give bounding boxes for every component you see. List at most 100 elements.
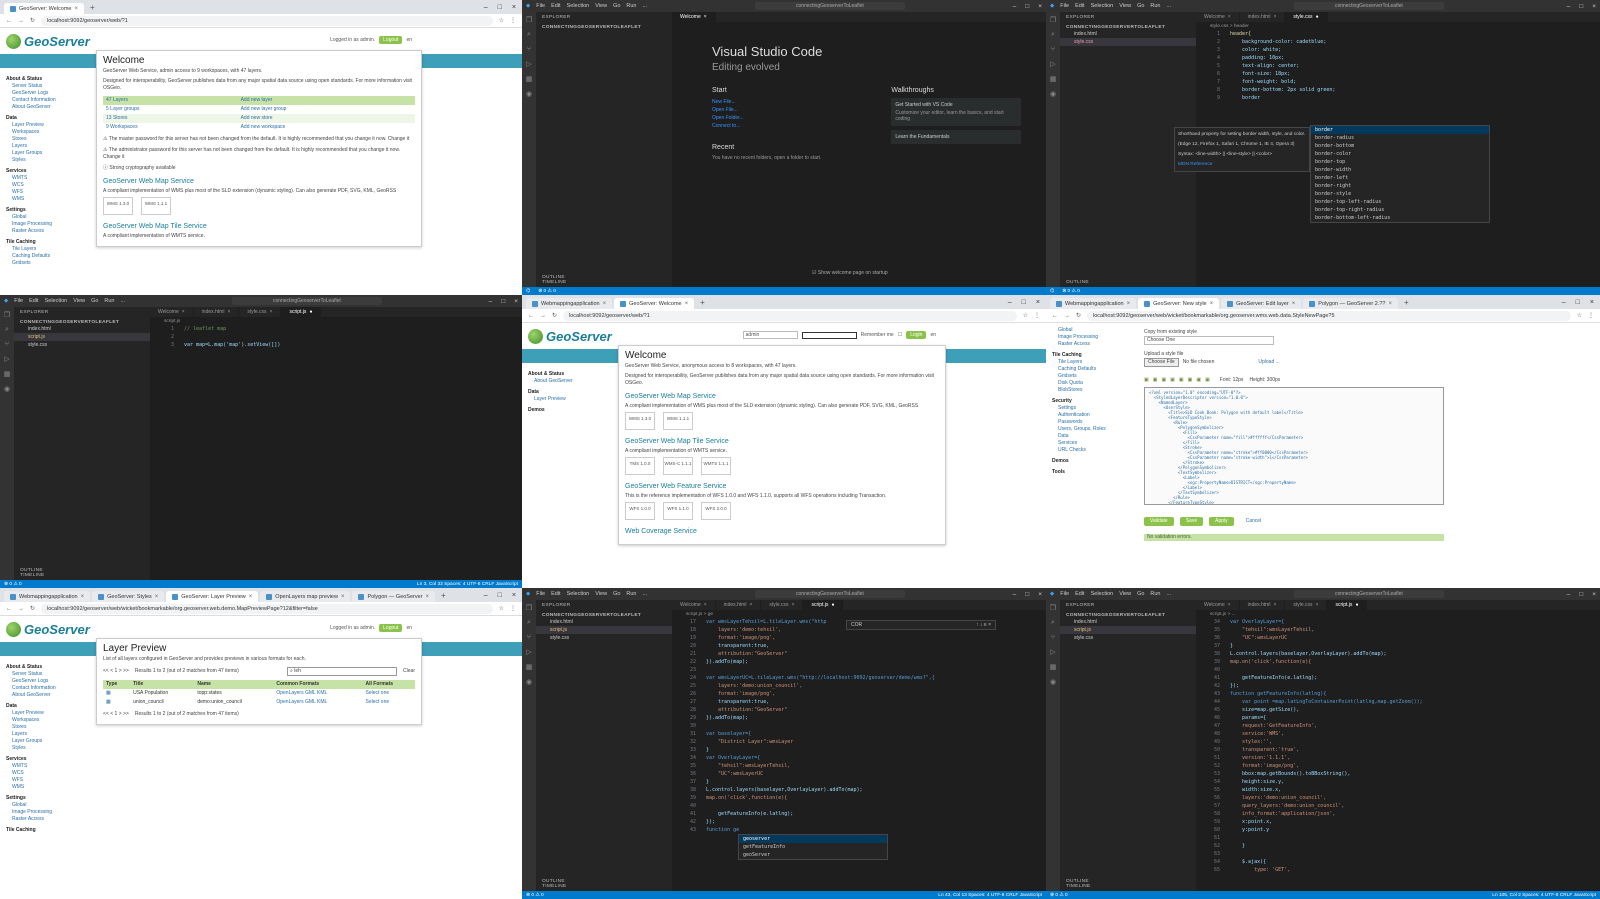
- sidebar-item[interactable]: Authentication: [1052, 412, 1128, 419]
- timeline-section[interactable]: TIMELINE: [536, 280, 672, 285]
- close-icon[interactable]: ×: [512, 592, 516, 599]
- close-tab-icon[interactable]: ×: [270, 309, 273, 315]
- wms-heading[interactable]: GeoServer Web Map Service: [625, 393, 939, 400]
- menu-item[interactable]: Run: [1150, 3, 1160, 9]
- service-version-box[interactable]: WMS-C 1.1.1: [663, 457, 693, 475]
- menu-item[interactable]: ...: [121, 298, 126, 304]
- breadcrumb[interactable]: script.js: [150, 317, 522, 325]
- format-select[interactable]: Select one: [363, 698, 415, 707]
- editor-tab[interactable]: index.html ×: [1240, 12, 1286, 22]
- search-icon[interactable]: ⌕: [527, 619, 531, 627]
- editor-tab[interactable]: Welcome ×: [1196, 600, 1240, 610]
- suggestion-item[interactable]: border-color: [1311, 150, 1489, 158]
- close-tab-icon[interactable]: ×: [603, 301, 607, 307]
- minimize-icon[interactable]: –: [1008, 299, 1012, 306]
- editor-tab[interactable]: style.css ●: [1285, 12, 1328, 22]
- browser-tab[interactable]: GeoServer: Styles ×: [92, 591, 165, 602]
- format-links[interactable]: OpenLayers GML KML: [273, 698, 362, 707]
- menu-item[interactable]: ...: [1167, 591, 1172, 597]
- close-tab-icon[interactable]: ×: [792, 602, 795, 608]
- sidebar-item[interactable]: Contact Information: [6, 685, 82, 692]
- browser-tab[interactable]: Webmappingapplication ×: [526, 298, 613, 309]
- close-tab-icon[interactable]: ×: [249, 594, 253, 600]
- suggestion-item[interactable]: getFeatureInfo: [739, 843, 887, 851]
- file-index-html[interactable]: index.html: [1060, 618, 1196, 626]
- sidebar-item[interactable]: Workspaces: [6, 129, 82, 136]
- unsaved-dot-icon[interactable]: ●: [1355, 602, 1358, 608]
- menu-item[interactable]: View: [1119, 3, 1131, 9]
- outline-section[interactable]: OUTLINE: [1060, 280, 1196, 285]
- sidebar-item[interactable]: Tile Layers: [1052, 359, 1128, 366]
- service-version-box[interactable]: WFS 1.0.0: [625, 502, 655, 520]
- close-tab-icon[interactable]: ×: [704, 602, 707, 608]
- close-tab-icon[interactable]: ×: [1273, 602, 1276, 608]
- menu-icon[interactable]: ⋮: [510, 17, 516, 24]
- back-icon[interactable]: ←: [528, 313, 534, 319]
- service-version-box[interactable]: WMS 1.1.1: [663, 412, 693, 430]
- count-link[interactable]: 13 Stores: [103, 114, 238, 123]
- sidebar-item[interactable]: WMTS: [6, 175, 82, 182]
- url-field[interactable]: localhost:9092/geoserver/web/?1: [41, 15, 493, 26]
- suggestion-item[interactable]: border-top-left-radius: [1311, 198, 1489, 206]
- wcs-heading[interactable]: Web Coverage Service: [625, 528, 939, 535]
- new-tab-button[interactable]: +: [86, 3, 99, 12]
- minimize-icon[interactable]: –: [1562, 299, 1566, 306]
- wfs-heading[interactable]: GeoServer Web Feature Service: [625, 483, 939, 490]
- clear-button[interactable]: Clear: [403, 668, 415, 675]
- source-control-icon[interactable]: ⑂: [5, 341, 9, 348]
- editor-tab[interactable]: Welcome ×: [672, 600, 716, 610]
- menu-item[interactable]: File: [1060, 3, 1069, 9]
- style-validate-button[interactable]: Validate: [1144, 517, 1174, 526]
- column-header[interactable]: Common Formats: [273, 680, 362, 689]
- suggestion-item[interactable]: border: [1311, 126, 1489, 134]
- maximize-icon[interactable]: □: [1025, 3, 1029, 10]
- format-links[interactable]: OpenLayers GML KML: [273, 689, 362, 698]
- browser-tab[interactable]: Webmappingapplication ×: [1050, 298, 1137, 309]
- service-version-box[interactable]: WFS 2.0.0: [701, 502, 731, 520]
- editor-tab[interactable]: index.html ×: [1240, 600, 1286, 610]
- sidebar-item[interactable]: Raster Access: [6, 816, 82, 823]
- walkthrough-card-2[interactable]: Learn the Fundamentals: [891, 130, 1022, 144]
- forward-icon[interactable]: →: [1064, 313, 1070, 319]
- sidebar-item[interactable]: Image Processing: [6, 221, 82, 228]
- browser-tab[interactable]: Polygon — GeoServer 2.?? ×: [1303, 298, 1399, 309]
- menu-item[interactable]: ...: [643, 3, 648, 9]
- reload-icon[interactable]: ↻: [30, 605, 35, 612]
- command-center[interactable]: connectingGeoserverToLeaflet: [754, 2, 905, 10]
- minimize-icon[interactable]: –: [1567, 591, 1571, 598]
- back-icon[interactable]: ←: [6, 606, 12, 612]
- menu-item[interactable]: ...: [1167, 3, 1172, 9]
- sidebar-item[interactable]: About GeoServer: [6, 104, 82, 111]
- back-icon[interactable]: ←: [6, 18, 12, 24]
- font-size-select[interactable]: Font: 12px: [1220, 377, 1244, 384]
- sidebar-item[interactable]: WFS: [6, 189, 82, 196]
- geoserver-logo[interactable]: GeoServer: [6, 33, 90, 49]
- sidebar-item[interactable]: WMS: [6, 784, 82, 791]
- sidebar-item[interactable]: About GeoServer: [528, 378, 604, 385]
- unsaved-dot-icon[interactable]: ●: [831, 602, 834, 608]
- remember-me-checkbox[interactable]: ☐: [898, 332, 902, 338]
- sidebar-item[interactable]: Data: [1052, 433, 1128, 440]
- suggestion-item[interactable]: geoserver: [739, 835, 887, 843]
- username-input[interactable]: admin: [742, 331, 798, 339]
- suggestion-item[interactable]: border-bottom-left-radius: [1311, 214, 1489, 222]
- login-button[interactable]: Login: [906, 331, 927, 339]
- breadcrumb[interactable]: script.js > ge: [672, 610, 1046, 618]
- close-tab-icon[interactable]: ×: [341, 594, 345, 600]
- forward-icon[interactable]: →: [540, 313, 546, 319]
- project-folder[interactable]: CONNECTINGGEOSERVERTOLEAFLET: [536, 25, 672, 30]
- minimize-icon[interactable]: –: [484, 592, 488, 599]
- maximize-icon[interactable]: □: [1022, 299, 1026, 306]
- sidebar-item[interactable]: Workspaces: [6, 717, 82, 724]
- sidebar-item[interactable]: GeoServer Logs: [6, 90, 82, 97]
- code-editor[interactable]: 1// leaflet map 2 3 var map=L.map('map').se…: [150, 325, 522, 349]
- choose-file-button[interactable]: Choose File: [1144, 358, 1179, 367]
- close-tab-icon[interactable]: ×: [1316, 602, 1319, 608]
- status-right[interactable]: Ln 43, Col 13 Spaces: 4 UTF-8 CRLF JavaS…: [938, 893, 1042, 898]
- remote-icon[interactable]: ⌬: [1050, 289, 1054, 294]
- browser-tab[interactable]: Polygon — GeoServer ×: [352, 591, 436, 602]
- reload-icon[interactable]: ↻: [1076, 312, 1081, 319]
- command-center[interactable]: connectingGeoserverToLeaflet: [1293, 590, 1444, 598]
- source-control-icon[interactable]: ⑂: [1051, 634, 1055, 641]
- search-icon[interactable]: ⌕: [527, 31, 531, 39]
